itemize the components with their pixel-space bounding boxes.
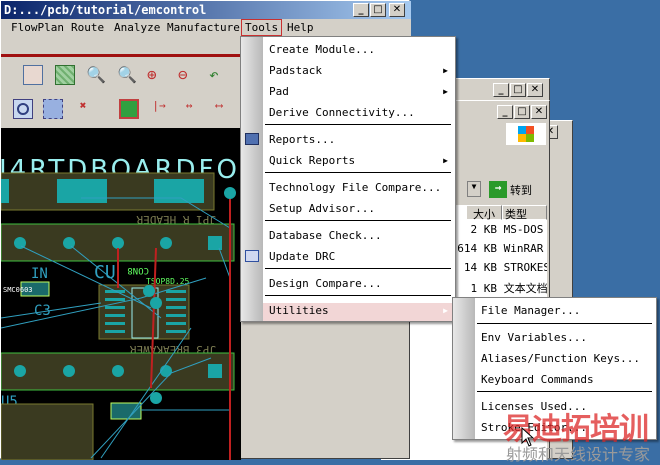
smc-part-2 [110,402,142,420]
pad [1,179,9,203]
pad [57,179,107,203]
minimize-button[interactable]: _ [493,83,509,97]
circle-shape-icon[interactable] [13,99,33,119]
file-row[interactable]: 1 KB 文本文档 [441,280,548,296]
close-button[interactable]: ✕ [389,3,405,17]
windows-logo-icon [506,123,546,145]
zoom-fit-icon[interactable]: 🔍 [86,65,106,85]
go-button[interactable]: → 转到 [489,181,532,198]
close-button[interactable]: ✕ [527,83,543,97]
zoom-out-icon[interactable]: ⊖ [178,65,198,85]
menu-bar: FlowPlan Route Analyze Manufacture Tools… [1,19,411,37]
minimize-button[interactable]: _ [353,3,369,17]
in-label: IN [31,266,48,282]
file-row[interactable]: 2 KB MS-DOS [441,223,547,236]
column-header-size[interactable]: 大小 [466,205,502,221]
grid-view-icon[interactable] [55,65,75,85]
menu-item-utilities[interactable]: Utilities [269,304,329,317]
con8-label: CON8 [127,265,149,275]
submenu-arrow-icon: ▶ [443,87,448,96]
close-button[interactable]: ✕ [531,105,547,119]
title-bar[interactable]: D:.../pcb/tutorial/emcontrol _ □ ✕ [1,1,411,19]
menu-item-setup-advisor[interactable]: Setup Advisor... [269,202,375,215]
board-view-icon[interactable] [23,65,43,85]
maximize-button[interactable]: □ [510,83,526,97]
address-dropdown[interactable]: ▼ [467,181,481,197]
go-arrow-icon: → [489,181,507,198]
menu-help[interactable]: Help [287,21,314,34]
delete-shape-icon[interactable]: ✖ [73,99,93,119]
menu-flowplan[interactable]: FlowPlan [11,21,64,34]
mouse-cursor-icon [521,427,535,447]
menu-item-technology-file-compare[interactable]: Technology File Compare... [269,181,441,194]
drc-icon [245,250,259,262]
column-header-type[interactable]: 类型 [502,205,547,221]
zoom-previous-icon[interactable]: ↶ [209,65,229,85]
menu-item-database-check[interactable]: Database Check... [269,229,382,242]
file-row[interactable]: 14 KB STROKES [441,261,547,274]
menu-item-derive-connectivity[interactable]: Derive Connectivity... [269,106,415,119]
menu-item-design-compare[interactable]: Design Compare... [269,277,382,290]
menu-item-reports[interactable]: Reports... [269,133,335,146]
maximize-button[interactable]: □ [514,105,530,119]
menu-item-update-drc[interactable]: Update DRC [269,250,335,263]
menu-item-aliases-function-keys[interactable]: Aliases/Function Keys... [481,352,640,365]
menu-item-file-manager[interactable]: File Manager... [481,304,580,317]
menu-manufacture[interactable]: Manufacture [167,21,240,34]
dimension-linear-icon[interactable]: ↔ [179,99,199,119]
board-check-icon[interactable] [119,99,139,119]
menu-tools[interactable]: Tools [241,19,283,36]
window-title: D:.../pcb/tutorial/emcontrol [4,3,207,17]
menu-item-pad[interactable]: Pad [269,85,289,98]
file-row[interactable]: 614 KB WinRAR [441,242,547,255]
menu-route[interactable]: Route [71,21,104,34]
menu-item-keyboard-commands[interactable]: Keyboard Commands [481,373,594,386]
zoom-in-icon[interactable]: ⊕ [147,65,167,85]
ic2-body [1,403,94,460]
pcb-layout: J4RTDBOARDFOOT JP1 R HEADER TSOP8D.25 SM… [1,155,241,460]
rectangle-shape-icon[interactable] [43,99,63,119]
pcb-canvas[interactable]: J4RTDBOARDFOOT JP1 R HEADER TSOP8D.25 SM… [1,128,241,460]
submenu-arrow-icon: ▶ [443,156,448,165]
dimension-edge-icon[interactable]: |→ [149,99,169,119]
menu-analyze[interactable]: Analyze [114,21,160,34]
dimension-origin-icon[interactable]: ⟷ [209,99,229,119]
zoom-window-icon[interactable]: 🔍 [117,65,137,85]
pad [154,179,204,203]
submenu-arrow-icon: ▶ [443,66,448,75]
divider [1,54,241,57]
submenu-arrow-icon: ▶ [443,306,448,315]
smc-label: SMC0603 [3,286,33,294]
menu-item-create-module[interactable]: Create Module... [269,43,375,56]
menu-item-env-variables[interactable]: Env Variables... [481,331,587,344]
menu-item-padstack[interactable]: Padstack [269,64,322,77]
minimize-button[interactable]: _ [497,105,513,119]
reports-icon [245,133,259,145]
tools-menu: Create Module... Padstack ▶ Pad ▶ Derive C… [240,36,456,322]
menu-item-quick-reports[interactable]: Quick Reports [269,154,355,167]
maximize-button[interactable]: □ [370,3,386,17]
